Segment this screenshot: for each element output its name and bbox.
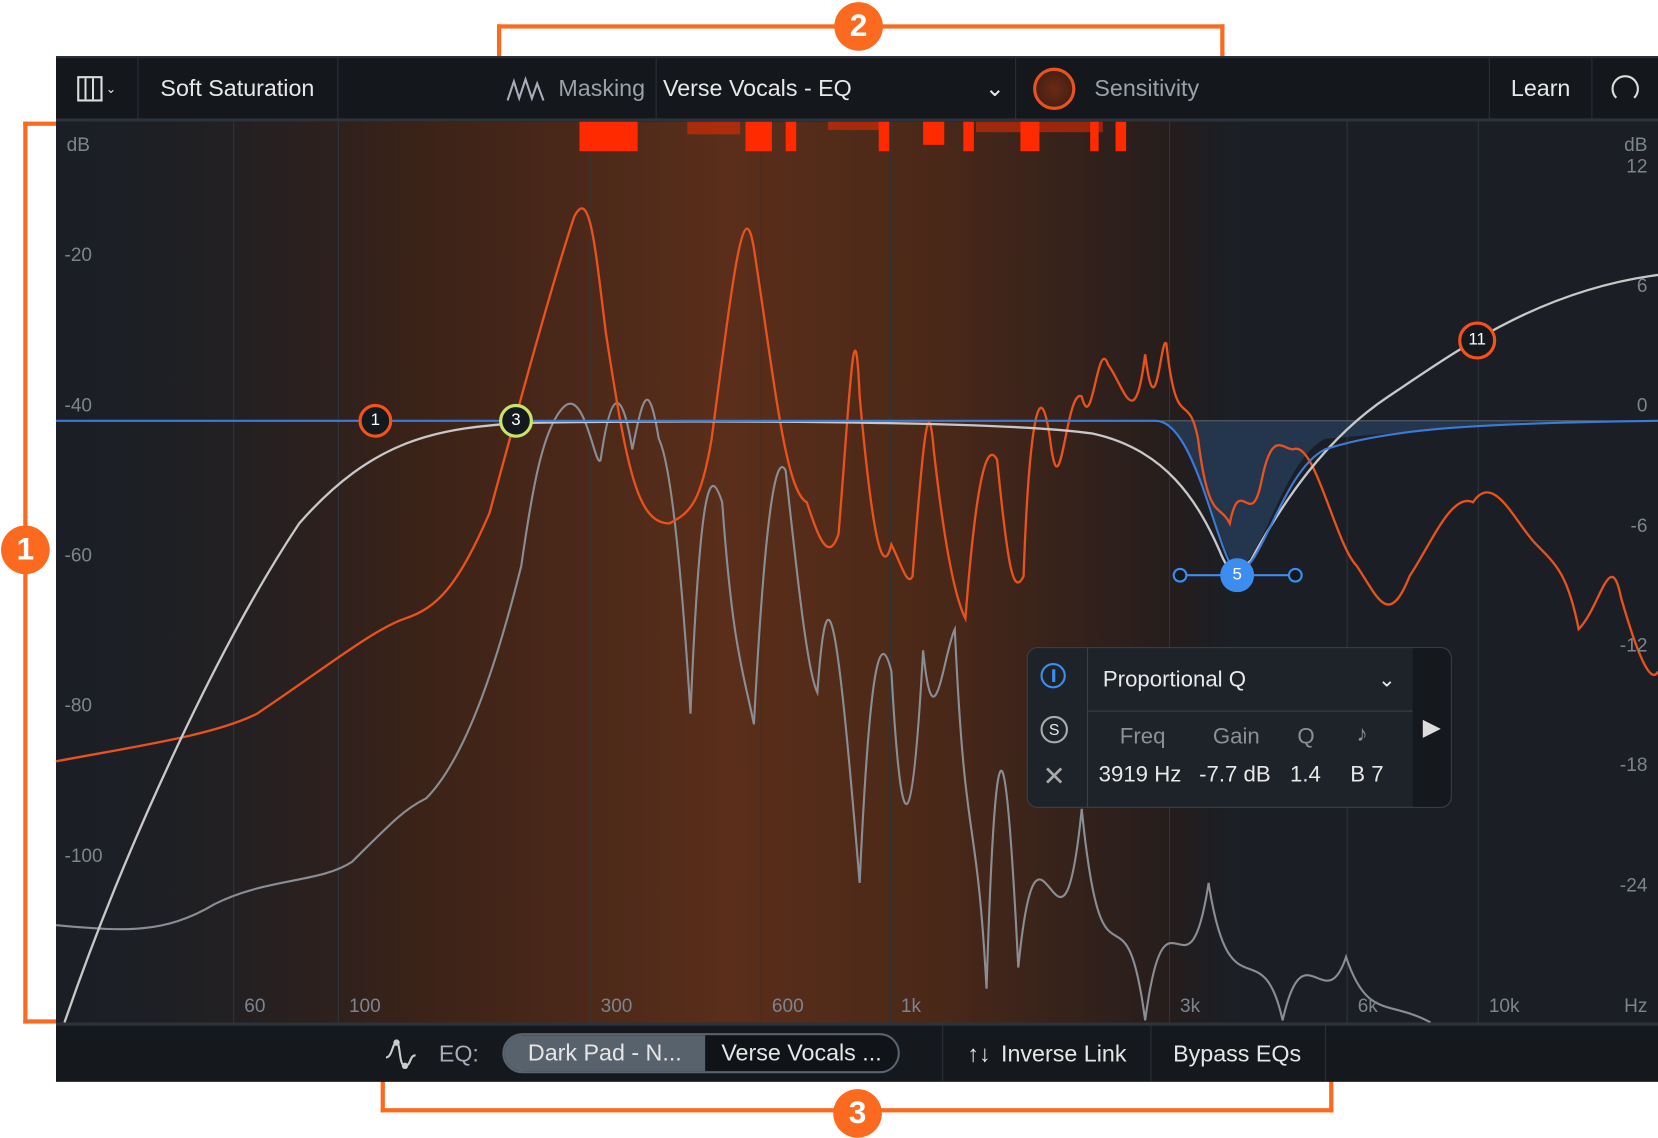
power-icon [1052,669,1056,683]
callout-badge-2: 2 [834,2,883,51]
masking-source-dropdown[interactable]: Verse Vocals - EQ ⌄ [657,58,1017,119]
masking-toggle[interactable]: Masking [337,58,657,119]
freq-tick: 100 [348,995,381,1017]
freq-header: Freq [1119,724,1166,749]
band-popup: S ✕ Proportional Q ⌄ Freq Gain Q ♪ 3919 … [1026,647,1452,808]
right-tick: -24 [1619,874,1648,896]
callout-badge-1: 1 [1,525,50,575]
masking-heat-region [56,121,1658,1023]
freq-tick: 6k [1357,995,1378,1017]
right-tick: 6 [1636,274,1648,297]
left-tick: -20 [64,244,93,266]
eq-node-5[interactable]: 5 [1220,558,1255,593]
right-unit-label: dB [1624,134,1648,156]
screenshot: 1 2 3 ⌄ Soft Saturation Masking Verse Vo… [0,0,1658,1138]
mode-value: Proportional Q [1102,666,1247,692]
mode-dropdown[interactable]: Proportional Q ⌄ [1087,648,1413,712]
band-params: Freq Gain Q ♪ 3919 Hz -7.7 dB 1.4 B 7 [1087,711,1414,807]
solo-button[interactable]: S [1040,715,1068,744]
layout-button[interactable]: ⌄ [56,58,139,119]
eq-label: EQ: [438,1040,479,1067]
columns-icon [77,75,103,101]
eq-node-1[interactable]: 1 [358,403,393,438]
right-tick: -18 [1619,753,1648,776]
callout-badge-3: 3 [833,1089,882,1138]
freq-tick: 300 [600,995,633,1017]
freq-unit-label: Hz [1624,995,1648,1017]
freq-tick: 1k [900,995,922,1017]
sensitivity-knob[interactable] [1033,67,1076,110]
expand-arrow-icon[interactable]: ▶ [1412,648,1451,807]
freq-tick: 60 [244,995,266,1017]
bypass-eqs-button[interactable]: Bypass EQs [1149,1025,1326,1082]
note-value[interactable]: B 7 [1350,762,1383,787]
bottom-bar: EQ: Dark Pad - N... Verse Vocals ... ↑↓ I… [56,1022,1658,1082]
learn-button[interactable]: Learn [1490,58,1593,119]
inverse-link-label: Inverse Link [1001,1039,1127,1067]
left-tick: -60 [64,544,93,566]
masking-icon [506,75,545,102]
left-tick: -100 [64,844,103,867]
eq-graph[interactable]: dB -20 -40 -60 -80 -100 dB 12 6 0 -6 -12… [56,121,1658,1023]
remove-band-icon[interactable]: ✕ [1043,760,1066,793]
masking-source-value: Verse Vocals - EQ [662,74,852,101]
reset-icon [1610,74,1639,103]
left-unit-label: dB [66,134,90,156]
gain-header: Gain [1212,724,1260,749]
note-icon: ♪ [1356,722,1368,747]
q-handle-left [1172,567,1188,583]
q-handle-right [1287,567,1303,583]
toolbar: ⌄ Soft Saturation Masking Verse Vocals -… [56,56,1658,122]
chevron-down-icon: ⌄ [1378,668,1396,692]
right-tick: 12 [1626,155,1648,177]
eq-selector: Dark Pad - N... Verse Vocals ... [502,1033,900,1074]
soft-saturation-button[interactable]: Soft Saturation [137,58,339,119]
eq-option-verse-vocals[interactable]: Verse Vocals ... [705,1035,898,1072]
masking-label: Masking [558,74,646,101]
right-tick: -12 [1619,634,1648,656]
right-tick: -6 [1630,514,1648,537]
chevron-down-icon: ⌄ [985,74,1005,101]
sensitivity-control[interactable]: Sensitivity [1016,58,1490,119]
eq-node-11[interactable]: 11 [1458,321,1497,360]
freq-tick: 10k [1488,995,1520,1017]
freq-tick: 3k [1180,995,1201,1017]
left-tick: -80 [64,694,93,716]
freq-tick: 600 [771,995,804,1017]
sensitivity-label: Sensitivity [1094,74,1200,101]
right-tick: 0 [1636,394,1648,416]
eq-curve-icon [385,1039,416,1070]
freq-value[interactable]: 3919 Hz [1099,762,1182,787]
band-enable-button[interactable] [1040,662,1066,689]
left-tick: -40 [64,394,93,416]
reset-button[interactable] [1591,58,1658,118]
q-header: Q [1297,724,1315,749]
gain-value[interactable]: -7.7 dB [1199,762,1271,787]
eq-spectrum-display [56,121,1658,1023]
q-value[interactable]: 1.4 [1290,762,1321,787]
eq-node-3[interactable]: 3 [499,403,533,438]
inverse-arrows-icon: ↑↓ [967,1039,991,1067]
plugin-window: ⌄ Soft Saturation Masking Verse Vocals -… [56,56,1658,1082]
eq-option-dark-pad[interactable]: Dark Pad - N... [504,1035,706,1072]
inverse-link-button[interactable]: ↑↓ Inverse Link [942,1025,1152,1082]
chevron-down-icon: ⌄ [105,80,117,96]
